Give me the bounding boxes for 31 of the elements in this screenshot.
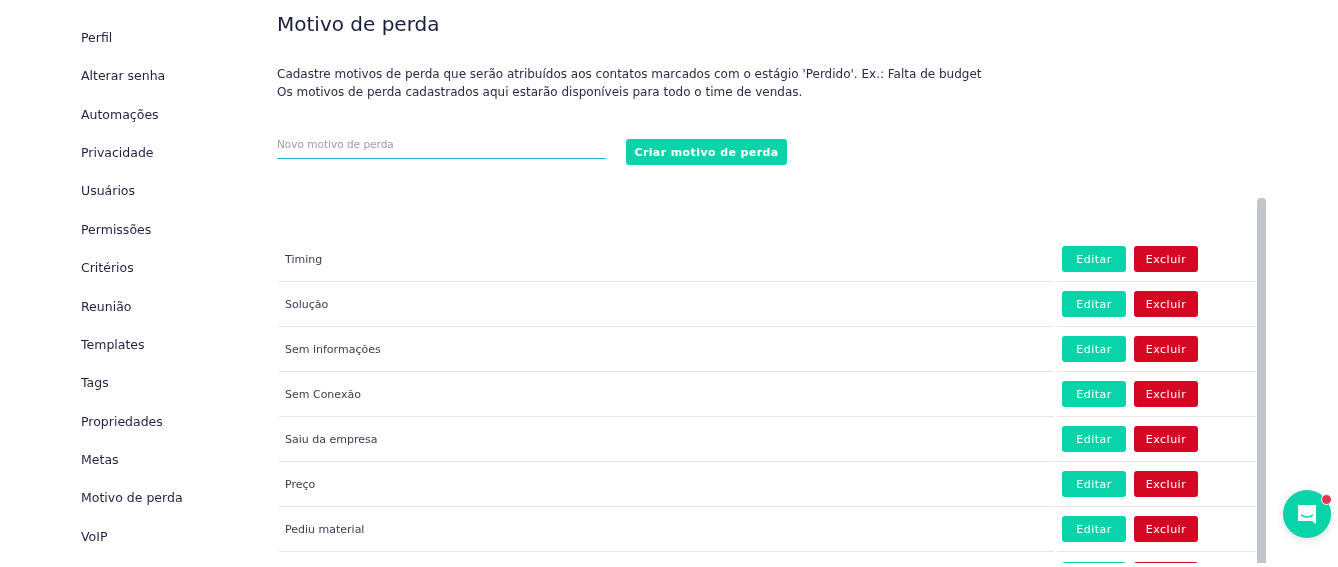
sidebar-item[interactable]: Perfil xyxy=(81,30,188,69)
sidebar-item[interactable]: Automações xyxy=(81,106,188,146)
table-cell: Preço xyxy=(279,462,1054,507)
sidebar-item[interactable]: VoIP xyxy=(81,528,188,567)
description-text: Cadastre motivos de perda que serão atribuídos aos contatos marcados com o estágio 'Perdido'. Ex.: Falta de budget xyxy=(277,66,983,83)
table-cell: Sem informações xyxy=(279,327,1054,372)
sidebar-item[interactable]: Metas xyxy=(81,451,188,491)
page-title: Motivo de perda xyxy=(277,12,441,38)
sidebar-item[interactable]: Privacidade xyxy=(81,145,188,184)
delete-button[interactable]: Excluir xyxy=(1134,291,1198,317)
sidebar-item[interactable]: Usuários xyxy=(81,183,188,222)
sidebar-item[interactable]: Permissões xyxy=(81,221,188,261)
sidebar-item[interactable]: Templates xyxy=(81,336,188,376)
sidebar-item[interactable]: Alterar senha xyxy=(81,68,188,107)
table-cell: Sem Conexão xyxy=(279,372,1054,417)
sidebar-item[interactable]: Critérios xyxy=(81,260,188,299)
delete-button[interactable]: Excluir xyxy=(1134,426,1198,452)
sidebar-item[interactable]: Reunião xyxy=(81,298,188,337)
table-cell: Pediu material xyxy=(279,507,1054,552)
table-cell: Timing xyxy=(279,237,1054,282)
description-text: Os motivos de perda cadastrados aqui estarão disponíveis para todo o time de vendas. xyxy=(277,84,804,101)
delete-button[interactable]: Excluir xyxy=(1134,336,1198,362)
sidebar-item[interactable]: Motivo de perda xyxy=(81,490,188,529)
delete-button[interactable]: Excluir xyxy=(1134,471,1198,497)
delete-button[interactable]: Excluir xyxy=(1134,516,1198,542)
delete-button[interactable]: Excluir xyxy=(1134,246,1198,272)
delete-button[interactable]: Excluir xyxy=(1134,381,1198,407)
sidebar-item[interactable]: Propriedades xyxy=(81,413,188,452)
table-cell: Saiu da empresa xyxy=(279,417,1054,462)
sidebar-item[interactable]: Tags xyxy=(81,375,188,414)
table-cell: Solução xyxy=(279,282,1054,327)
